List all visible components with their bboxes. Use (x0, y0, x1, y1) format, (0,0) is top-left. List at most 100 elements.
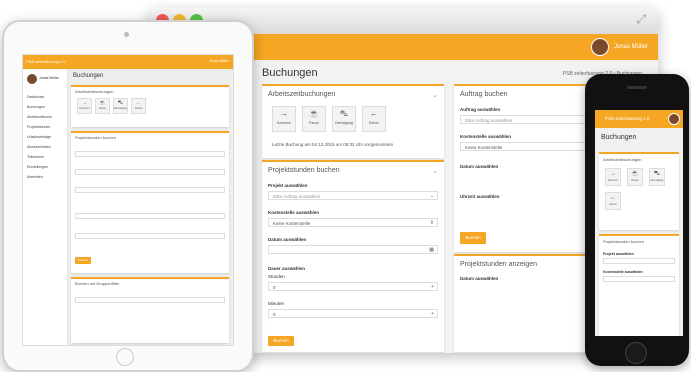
tile-label: Gehen (609, 203, 617, 206)
logo: PSB zeiterfassung 2.0 (605, 116, 650, 121)
coffee-icon: ☕ (631, 171, 639, 177)
tablet-header-user[interactable]: Jonas Müller (209, 59, 229, 63)
nav-item-abwesenheiten[interactable]: Abwesenheiten (27, 145, 51, 149)
nav-item-abmelden[interactable]: Abmelden (27, 175, 43, 179)
arrow-right-icon: → (610, 171, 616, 177)
car-icon: ⛍ (653, 171, 661, 177)
pause-button[interactable]: ☕ Pause (95, 98, 110, 114)
datum-input[interactable] (75, 187, 225, 193)
dienstgang-button[interactable]: ⛍ Dienstgang (332, 106, 356, 132)
projekt-placeholder: Bitte Auftrag auswählen (273, 194, 321, 199)
projekt-label: Projekt auswählen (603, 252, 634, 256)
home-button[interactable] (116, 348, 134, 366)
user-name: Jonas Müller (613, 44, 648, 50)
gehen-button[interactable]: ← Gehen (362, 106, 386, 132)
arrow-left-icon: ← (610, 195, 616, 201)
tablet-device: PSB zeiterfassung 2.0 Jonas Müller Dashb… (2, 20, 254, 372)
tile-label: Dienstgang (650, 179, 664, 182)
tablet-arbeitszeit-panel: Arbeitszeitbuchungen → Kommen ☕ Pause ⛍ Die… (71, 85, 229, 127)
projekt-select[interactable] (603, 258, 675, 264)
tile-label: Pause (631, 179, 639, 182)
stunden-label: Stunden (268, 274, 285, 279)
kommen-button[interactable]: → Kommen (272, 106, 296, 132)
sidebar-user-name: Jonas Müller (39, 76, 59, 80)
kostenstelle-label: Kostenstelle auswählen (603, 270, 643, 274)
expand-icon[interactable]: ⤢ (636, 12, 646, 27)
stunden-stepper[interactable]: 0 + (268, 282, 438, 291)
nav-item-projektstunden[interactable]: Projektstunden (27, 125, 50, 129)
panel-title: Projektstunden buchen (268, 167, 340, 174)
panel-title: Arbeitszeitbuchungen (75, 89, 114, 94)
nav-item-arbeitszeitkonto[interactable]: Arbeitszeitkonto (27, 115, 52, 119)
nav-item-teilnehmer[interactable]: Teilnehmer (27, 155, 44, 159)
auftrag-placeholder: Bitte Auftrag auswählen (465, 118, 513, 123)
panel-title: Arbeitszeitbuchungen (268, 91, 336, 98)
tile-label: Gehen (368, 121, 380, 125)
avatar[interactable] (668, 113, 680, 125)
datum-label: Datum auswählen (268, 237, 307, 242)
gehen-button[interactable]: ← Gehen (605, 192, 621, 210)
stunden-stepper[interactable] (75, 213, 225, 219)
tile-label: Kommen (276, 121, 291, 125)
arrow-right-icon: → (82, 100, 87, 106)
projekt-select[interactable]: Bitte Auftrag auswählen ⌄ (268, 191, 438, 200)
uhrzeit-label: Uhrzeit auswählen (460, 194, 500, 199)
arrow-left-icon: ← (370, 109, 378, 118)
panel-title: Projektstunden anzeigen (460, 261, 538, 268)
tile-label: Gehen (134, 107, 143, 110)
panel-title: Projektstunden buchen (75, 135, 116, 140)
page-title: Buchungen (262, 67, 318, 79)
nav-item-urlaub[interactable]: Urlaubsanträge (27, 135, 51, 139)
projekt-select[interactable] (75, 151, 225, 157)
home-button[interactable] (625, 342, 647, 364)
collapse-icon[interactable]: ⌄ (432, 167, 438, 175)
minuten-stepper[interactable] (75, 233, 225, 239)
tile-label: Kommen (79, 107, 90, 110)
minuten-label: Minuten (268, 301, 285, 306)
pause-button[interactable]: ☕ Pause (302, 106, 326, 132)
calendar-icon[interactable]: ▦ (429, 246, 434, 255)
phone-screen: PSB zeiterfassung 2.0 Buchungen Arbeitsz… (595, 110, 683, 336)
kostenstelle-select[interactable] (603, 276, 675, 282)
arbeitszeit-panel: Arbeitszeitbuchungen ⌄ → Kommen ☕ Pause … (262, 84, 444, 158)
tablet-screen: PSB zeiterfassung 2.0 Jonas Müller Dashb… (22, 54, 234, 346)
user-menu[interactable]: Jonas Müller (590, 38, 648, 56)
minuten-value: 0 (273, 312, 276, 317)
panel-title: Auftrag buchen (460, 91, 508, 98)
phone-projektstunden-panel: Projektstunden buchen Projekt auswählen … (599, 234, 679, 336)
kostenstelle-label: Kostenstelle auswählen (268, 210, 320, 215)
stunden-value: 0 (273, 285, 276, 290)
plus-icon[interactable]: + (431, 310, 434, 319)
tile-label: Pause (309, 121, 319, 125)
gruppe-select[interactable] (75, 297, 225, 303)
kommen-button[interactable]: → Kommen (77, 98, 92, 114)
nav-item-buchungen[interactable]: Buchungen (27, 105, 45, 109)
panel-title: Arbeitszeitbuchungen (603, 157, 642, 162)
gehen-button[interactable]: ← Gehen (131, 98, 146, 114)
dienstgang-button[interactable]: ⛍ Dienstgang (113, 98, 128, 114)
coffee-icon: ☕ (309, 109, 319, 118)
tile-label: Kommen (607, 179, 618, 182)
auftrag-label: Auftrag auswählen (460, 107, 501, 112)
kostenstelle-label: Kostenstelle auswählen (460, 134, 512, 139)
car-icon: ⛍ (117, 100, 124, 106)
projekt-buchen-button[interactable]: Buchen (268, 336, 294, 346)
plus-icon[interactable]: + (431, 283, 434, 292)
kommen-button[interactable]: → Kommen (605, 168, 621, 186)
kostenstelle-select[interactable] (75, 169, 225, 175)
minuten-stepper[interactable]: 0 + (268, 309, 438, 318)
buchen-button[interactable]: Buchen (75, 257, 91, 264)
avatar (590, 38, 609, 56)
last-booking-status: Letzte Buchung am 04.12.2015 um 09:32 Uh… (272, 142, 394, 147)
dienstgang-button[interactable]: ⛍ Dienstgang (649, 168, 665, 186)
auftrag-buchen-button[interactable]: Buchen (460, 232, 486, 244)
kostenstelle-select[interactable]: Keine Kostenstelle ⇕ (268, 218, 438, 227)
pause-button[interactable]: ☕ Pause (627, 168, 643, 186)
nav-item-dashboard[interactable]: Dashboard (27, 95, 44, 99)
tablet-sidebar: PSB zeiterfassung 2.0 Jonas Müller Dashb… (23, 55, 68, 345)
kostenstelle-value: Keine Kostenstelle (273, 221, 311, 226)
nav-item-einstellungen[interactable]: Einstellungen (27, 165, 48, 169)
datum-input[interactable]: ▦ (268, 245, 438, 254)
collapse-icon[interactable]: ⌄ (432, 91, 438, 99)
logo: PSB zeiterfassung 2.0 (23, 55, 67, 69)
